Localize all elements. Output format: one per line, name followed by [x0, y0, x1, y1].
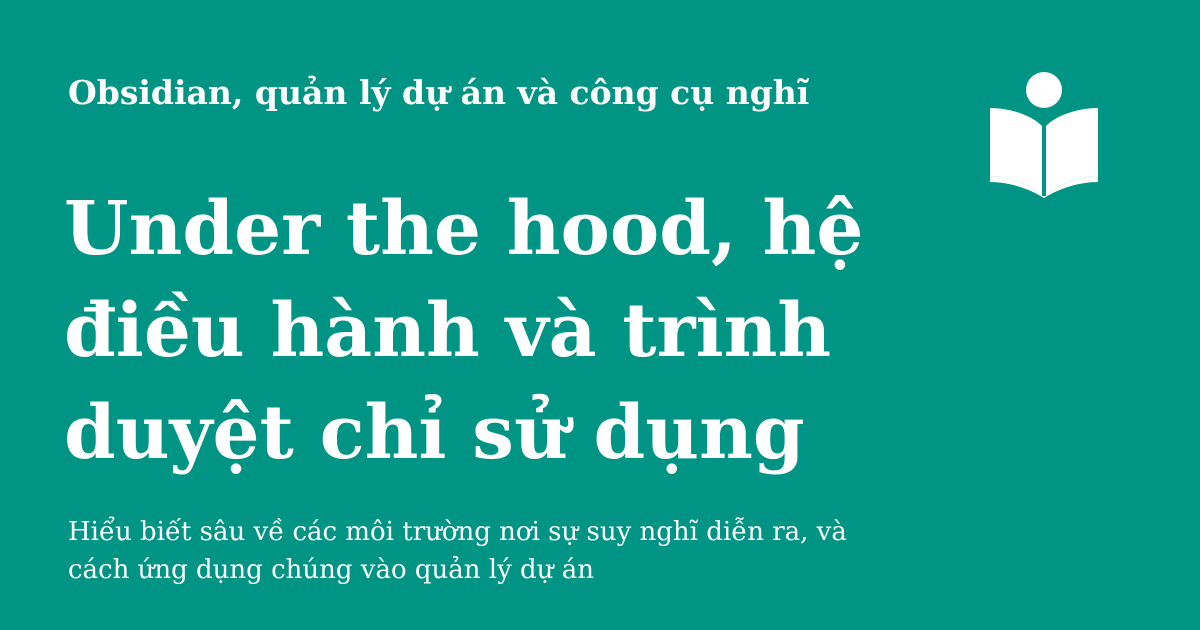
reader-book-icon: [990, 72, 1098, 198]
series-title: Obsidian, quản lý dự án và công cụ nghĩ: [68, 73, 810, 112]
headline: Under the hood, hệ điều hành và trình du…: [64, 186, 864, 476]
subtitle-line: cách ứng dụng chúng vào quản lý dự án: [68, 555, 594, 585]
headline-container: Under the hood, hệ điều hành và trình du…: [64, 178, 944, 488]
subtitle: Hiểu biết sâu về các môi trường nơi sự s…: [68, 513, 968, 589]
subtitle-line: Hiểu biết sâu về các môi trường nơi sự s…: [68, 517, 847, 547]
social-card: Obsidian, quản lý dự án và công cụ nghĩ …: [0, 0, 1200, 630]
